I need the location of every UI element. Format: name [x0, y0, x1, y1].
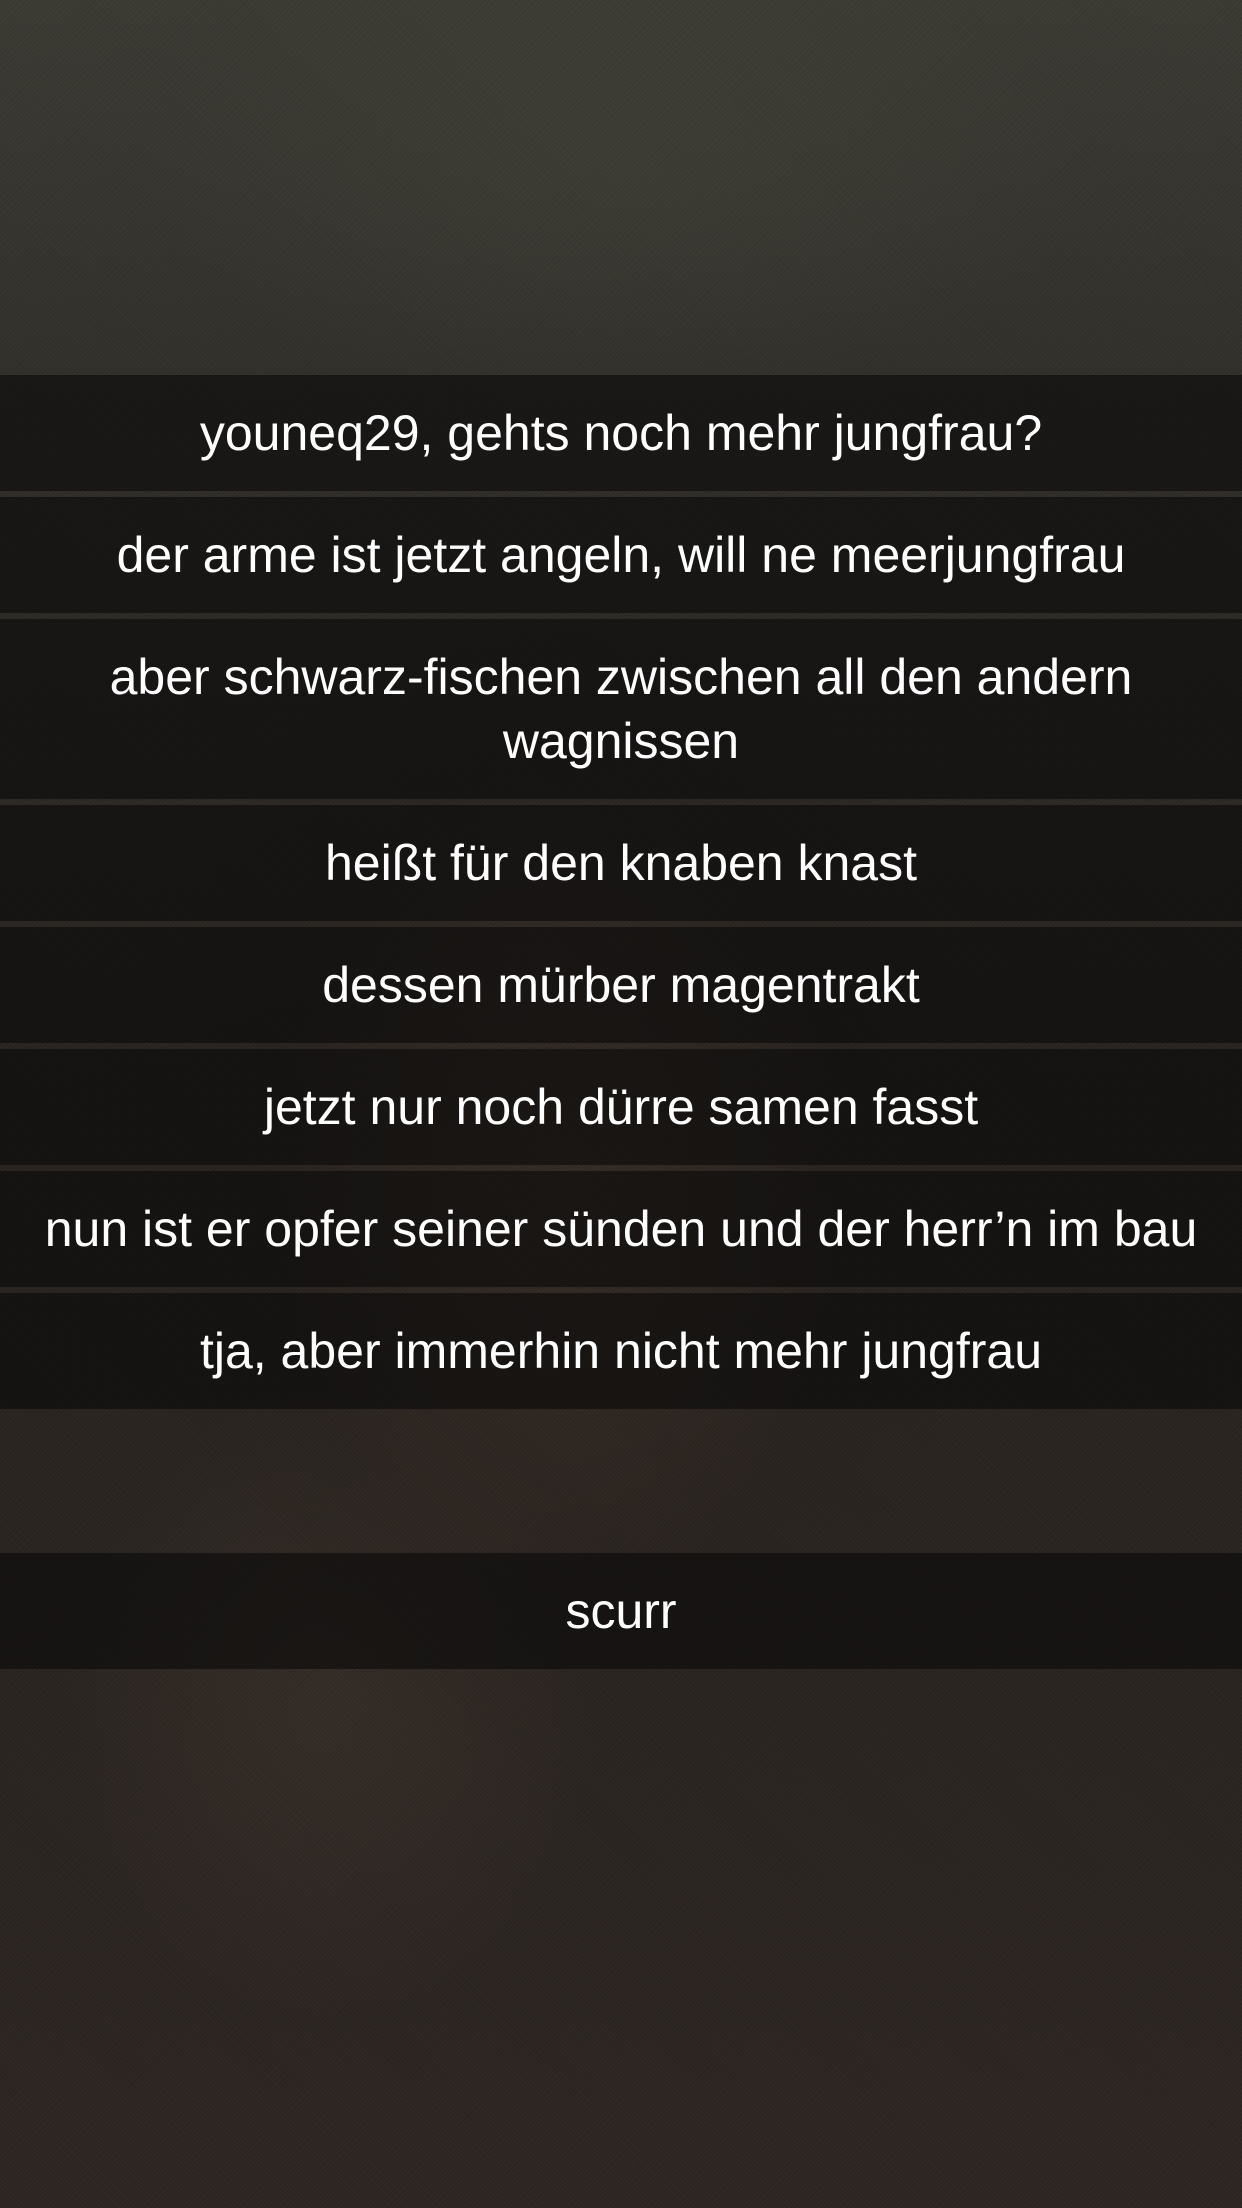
caption-2[interactable]: der arme ist jetzt angeln, will ne meerj…: [0, 497, 1242, 613]
caption-3[interactable]: aber schwarz-fischen zwischen all den an…: [0, 619, 1242, 799]
snapchat-story-screen: { "captions": [ "youneq29, gehts noch me…: [0, 0, 1242, 2208]
caption-8[interactable]: tja, aber immerhin nicht mehr jungfrau: [0, 1293, 1242, 1409]
caption-6[interactable]: jetzt nur noch dürre samen fasst: [0, 1049, 1242, 1165]
caption-1[interactable]: youneq29, gehts noch mehr jungfrau?: [0, 375, 1242, 491]
caption-7[interactable]: nun ist er opfer seiner sünden und der h…: [0, 1171, 1242, 1287]
caption-4[interactable]: heißt für den knaben knast: [0, 805, 1242, 921]
caption-stack: youneq29, gehts noch mehr jungfrau? der …: [0, 375, 1242, 1409]
caption-scurr[interactable]: scurr: [0, 1553, 1242, 1669]
caption-5[interactable]: dessen mürber magentrakt: [0, 927, 1242, 1043]
